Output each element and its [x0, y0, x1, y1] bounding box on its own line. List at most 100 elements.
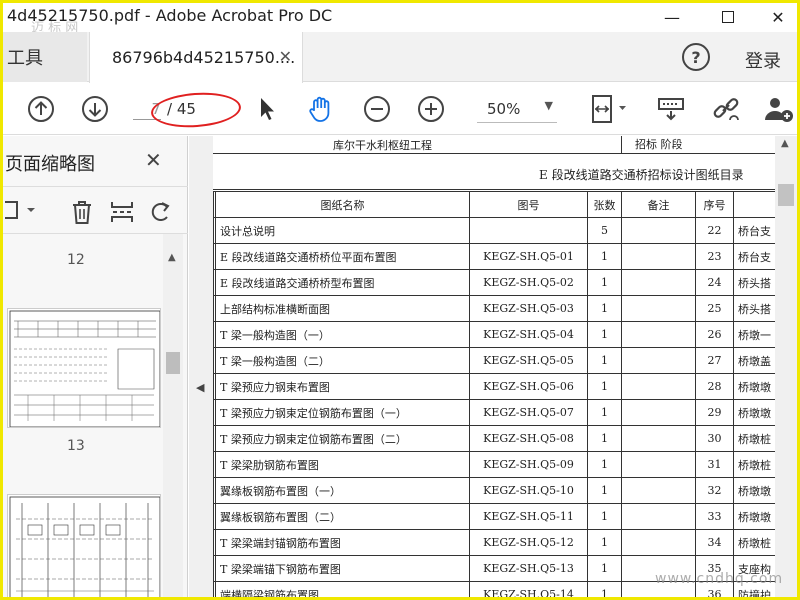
table-cell: T 梁预应力钢束定位钢筋布置图（一） [215, 399, 470, 426]
table-cell: KEGZ-SH.Q5-01 [469, 243, 588, 270]
table-cell: 32 [695, 477, 734, 504]
table-cell: 26 [695, 321, 734, 348]
collapse-panel-handle[interactable]: ◀ [189, 136, 213, 597]
app-window: 4d45215750.pdf - Adobe Acrobat Pro DC 迈 … [0, 0, 800, 600]
scroll-up-icon[interactable]: ▲ [168, 252, 176, 263]
extract-pages-icon[interactable] [109, 199, 135, 230]
project-stage: 招标 阶段 [635, 138, 683, 151]
table-row: 设计总说明 5 22 桥台支 [213, 217, 794, 244]
table-cell: 1 [587, 529, 622, 556]
close-tab-button[interactable]: ✕ [279, 47, 292, 66]
table-cell: 1 [587, 555, 622, 582]
table-cell: 28 [695, 373, 734, 400]
tab-document-label: 86796b4d45215750.... [112, 48, 296, 67]
arrow-down-icon[interactable] [79, 93, 111, 125]
table-cell: 设计总说明 [215, 217, 470, 244]
fit-page-icon[interactable] [587, 93, 631, 125]
table-cell: 1 [587, 295, 622, 322]
document-scrollbar[interactable]: ▲ [775, 136, 797, 597]
table-cell: T 梁梁肋钢筋布置图 [215, 451, 470, 478]
options-menu-icon[interactable] [3, 199, 37, 226]
table-cell [621, 217, 696, 244]
table-cell: KEGZ-SH.Q5-03 [469, 295, 588, 322]
table-cell: 1 [587, 477, 622, 504]
table-cell [621, 399, 696, 426]
close-window-button[interactable]: ✕ [755, 3, 797, 31]
table-cell: KEGZ-SH.Q5-14 [469, 581, 588, 597]
arrow-up-icon[interactable] [25, 93, 57, 125]
thumbnail-scrollbar[interactable]: ▲ [163, 234, 183, 597]
table-cell [621, 243, 696, 270]
minimize-button[interactable]: — [649, 3, 695, 31]
table-cell: 5 [587, 217, 622, 244]
table-header-cell: 张数 [587, 191, 622, 218]
scroll-thumb[interactable] [778, 184, 794, 206]
table-cell: 23 [695, 243, 734, 270]
trash-icon[interactable] [69, 199, 95, 230]
zoom-out-icon[interactable] [361, 93, 393, 125]
table-cell: 31 [695, 451, 734, 478]
tab-document[interactable]: 86796b4d45215750.... ✕ [89, 32, 303, 83]
table-cell: 端横隔梁钢筋布置图 [215, 581, 470, 597]
page-thumbnail[interactable] [7, 308, 161, 428]
table-row: T 梁一般构造图（二） KEGZ-SH.Q5-05 1 27 桥墩盖 [213, 347, 794, 374]
table-cell: KEGZ-SH.Q5-07 [469, 399, 588, 426]
document-header-row: 库尔干水利枢纽工程 招标 阶段 [213, 136, 797, 154]
tab-tools[interactable]: 工具 [3, 32, 87, 82]
chevron-down-icon: ▼ [544, 99, 553, 112]
scroll-thumb[interactable] [166, 352, 180, 374]
table-cell: 27 [695, 347, 734, 374]
pointer-icon[interactable] [251, 93, 283, 125]
table-cell [621, 269, 696, 296]
zoom-select[interactable]: 50% ▼ [477, 95, 557, 123]
add-user-icon[interactable] [763, 93, 795, 125]
table-cell: 上部结构标准横断面图 [215, 295, 470, 322]
table-header-row: 图纸名称 图号 张数 备注 序号 [213, 191, 794, 218]
table-cell: 1 [587, 451, 622, 478]
login-button[interactable]: 登录 [745, 47, 781, 73]
page-thumbnail[interactable] [7, 494, 161, 597]
table-cell: 1 [587, 321, 622, 348]
main-toolbar: / 45 50% ▼ [3, 83, 797, 135]
table-cell: T 梁梁端锚下钢筋布置图 [215, 555, 470, 582]
table-cell [621, 295, 696, 322]
table-header-cell: 序号 [695, 191, 734, 218]
table-cell: 25 [695, 295, 734, 322]
share-link-icon[interactable] [709, 93, 745, 125]
table-cell: 1 [587, 243, 622, 270]
thumbnail-label: 12 [67, 252, 85, 268]
hand-icon[interactable] [305, 93, 337, 125]
table-cell: T 梁梁端封锚钢筋布置图 [215, 529, 470, 556]
table-cell: KEGZ-SH.Q5-10 [469, 477, 588, 504]
table-cell: 1 [587, 347, 622, 374]
table-cell: E 段改线道路交通桥桥位平面布置图 [215, 243, 470, 270]
page-thumbnails-panel: 页面缩略图 ✕ 12 13 ▲ [3, 136, 188, 597]
table-cell: 1 [587, 425, 622, 452]
table-cell: E 段改线道路交通桥桥型布置图 [215, 269, 470, 296]
table-cell: 1 [587, 503, 622, 530]
table-cell: KEGZ-SH.Q5-08 [469, 425, 588, 452]
title-bar: 4d45215750.pdf - Adobe Acrobat Pro DC 迈 … [3, 3, 797, 36]
table-cell [469, 217, 588, 244]
close-panel-button[interactable]: ✕ [145, 148, 162, 172]
comment-icon[interactable] [655, 93, 687, 125]
table-header-cell: 备注 [621, 191, 696, 218]
table-row: T 梁预应力钢束定位钢筋布置图（一） KEGZ-SH.Q5-07 1 29 桥墩墩 [213, 399, 794, 426]
help-button[interactable]: ? [682, 43, 710, 71]
table-cell: 33 [695, 503, 734, 530]
scroll-up-icon[interactable]: ▲ [781, 138, 789, 149]
rotate-icon[interactable] [149, 199, 173, 230]
drawing-list-table: 图纸名称 图号 张数 备注 序号 设计总说明 5 22 桥台支 E 段改线道路交通桥桥位… [213, 191, 794, 597]
table-row: 上部结构标准横断面图 KEGZ-SH.Q5-03 1 25 桥头搭 [213, 295, 794, 322]
document-title: E 段改线道路交通桥招标设计图纸目录 [539, 168, 744, 182]
table-cell [621, 373, 696, 400]
table-cell: KEGZ-SH.Q5-02 [469, 269, 588, 296]
table-cell: KEGZ-SH.Q5-11 [469, 503, 588, 530]
table-cell [621, 347, 696, 374]
table-cell: 34 [695, 529, 734, 556]
document-view[interactable]: 库尔干水利枢纽工程 招标 阶段 E 段改线道路交通桥招标设计图纸目录 图纸名称 … [213, 136, 797, 597]
table-cell: T 梁预应力钢束定位钢筋布置图（二） [215, 425, 470, 452]
maximize-button[interactable] [705, 3, 751, 31]
table-row: T 梁一般构造图（一） KEGZ-SH.Q5-04 1 26 桥墩一 [213, 321, 794, 348]
zoom-in-icon[interactable] [415, 93, 447, 125]
